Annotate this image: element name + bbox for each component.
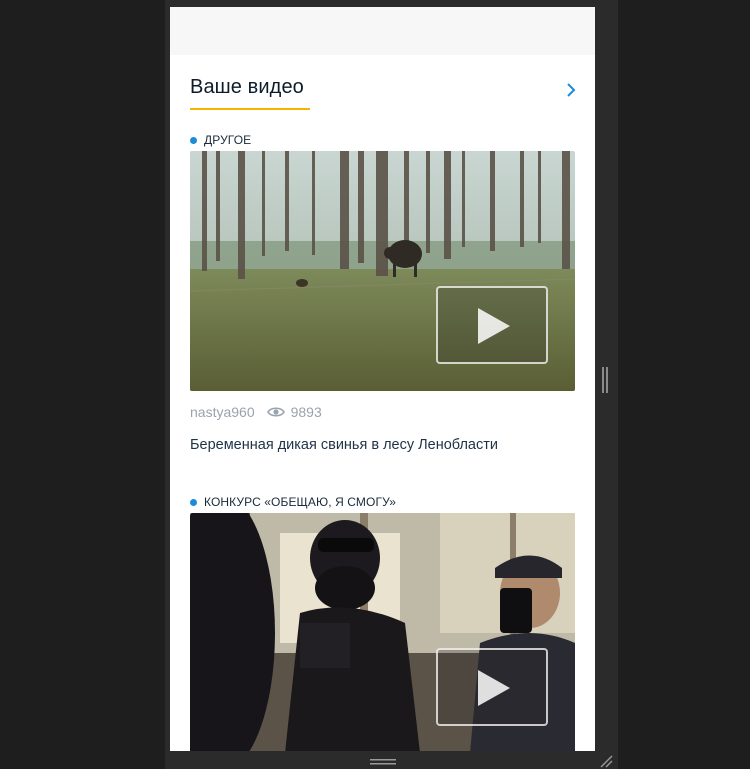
drag-handle-icon[interactable] — [370, 758, 396, 766]
chevron-right-icon[interactable] — [562, 77, 580, 103]
video-title[interactable]: Беременная дикая свинья в лесу Ленобласт… — [190, 437, 575, 453]
view-count: 9893 — [290, 404, 322, 420]
video-thumbnail[interactable] — [190, 151, 575, 391]
video-thumbnail[interactable] — [190, 513, 575, 751]
title-underline — [190, 108, 310, 110]
video-card: КОНКУРС «ОБЕЩАЮ, Я СМОГУ» — [190, 495, 575, 751]
author-name[interactable]: nastya960 — [190, 404, 255, 420]
play-button[interactable] — [436, 648, 548, 726]
play-icon — [478, 308, 510, 344]
category-link[interactable]: КОНКУРС «ОБЕЩАЮ, Я СМОГУ» — [190, 495, 575, 509]
category-label: КОНКУРС «ОБЕЩАЮ, Я СМОГУ» — [204, 495, 397, 509]
section-title: Ваше видео — [190, 76, 304, 98]
category-dot — [190, 498, 197, 506]
scrollbar-handle[interactable] — [602, 367, 608, 393]
eye-icon — [266, 407, 285, 417]
play-button[interactable] — [436, 286, 548, 364]
video-meta: nastya960 9893 — [190, 403, 575, 421]
page-viewport: Ваше видео ДРУГОЕ nastya960 9893 Беремен… — [170, 7, 595, 751]
top-strip — [170, 7, 595, 55]
video-card: ДРУГОЕ nastya960 9893 Беременная дикая с… — [190, 133, 575, 453]
section-header: Ваше видео — [190, 73, 580, 113]
category-link[interactable]: ДРУГОЕ — [190, 133, 575, 147]
browser-frame: Ваше видео ДРУГОЕ nastya960 9893 Беремен… — [165, 0, 618, 769]
category-dot — [190, 136, 197, 144]
category-label: ДРУГОЕ — [204, 133, 252, 147]
resize-grip-icon[interactable] — [599, 754, 613, 768]
play-icon — [478, 670, 510, 706]
